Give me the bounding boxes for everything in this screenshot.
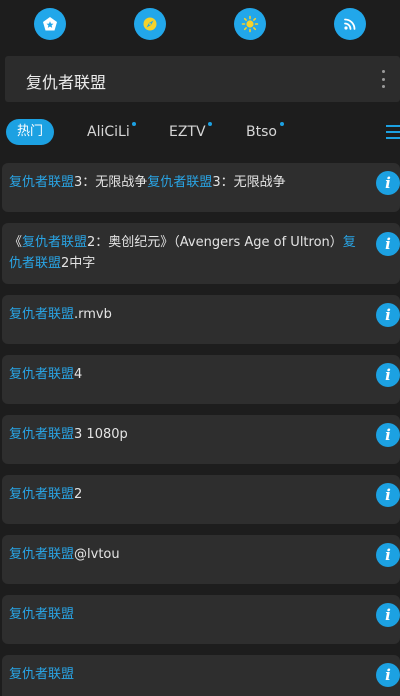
info-icon[interactable]: i xyxy=(376,483,400,507)
info-icon[interactable]: i xyxy=(376,663,400,687)
title-text: 3：无限战争 xyxy=(212,175,286,190)
top-toolbar xyxy=(0,0,400,48)
toolbar-button-explore[interactable] xyxy=(100,0,200,48)
result-item[interactable]: 复仇者联盟3：无限战争复仇者联盟3：无限战争 i xyxy=(2,163,400,212)
result-title: 复仇者联盟.rmvb xyxy=(9,304,359,325)
result-title: 复仇者联盟3：无限战争复仇者联盟3：无限战争 xyxy=(9,172,359,193)
title-text: @lvtou xyxy=(74,547,120,562)
keyword-highlight: 复仇者联盟 xyxy=(147,175,213,190)
keyword-highlight: 复仇者联盟 xyxy=(9,307,75,322)
toolbar-button-home[interactable] xyxy=(0,0,100,48)
tab-eztv-dot xyxy=(208,122,212,126)
keyword-highlight: 复仇者联盟 xyxy=(9,607,75,622)
info-icon[interactable]: i xyxy=(376,423,400,447)
info-icon[interactable]: i xyxy=(376,543,400,567)
tab-eztv[interactable]: EZTV xyxy=(169,116,206,148)
search-query[interactable]: 复仇者联盟 xyxy=(26,69,106,93)
result-item[interactable]: 复仇者联盟.rmvb i xyxy=(2,295,400,344)
search-bar[interactable]: 复仇者联盟 xyxy=(5,56,400,102)
title-text: 3：无限战争 xyxy=(74,175,148,190)
result-item[interactable]: 复仇者联盟 i xyxy=(2,655,400,696)
tab-hot[interactable]: 热门 xyxy=(6,119,55,145)
result-title: 复仇者联盟2 xyxy=(9,484,359,505)
title-text: 《 xyxy=(9,235,23,250)
result-item[interactable]: 复仇者联盟 i xyxy=(2,595,400,644)
title-text: 2：奥创纪元》（Avengers Age of Ultron） xyxy=(87,235,343,250)
overflow-menu-icon[interactable] xyxy=(380,70,386,88)
tab-alicili[interactable]: AliCiLi xyxy=(87,116,130,148)
result-item[interactable]: 复仇者联盟2 i xyxy=(2,475,400,524)
keyword-highlight: 复仇者联盟 xyxy=(9,367,75,382)
result-title: 复仇者联盟 xyxy=(9,604,359,625)
result-title: 复仇者联盟@lvtou xyxy=(9,544,359,565)
sun-icon xyxy=(234,8,266,40)
keyword-highlight: 复仇者联盟 xyxy=(9,547,75,562)
info-icon[interactable]: i xyxy=(376,363,400,387)
tab-alicili-dot xyxy=(132,122,136,126)
result-title: 复仇者联盟 xyxy=(9,664,359,685)
result-title: 复仇者联盟3 1080p xyxy=(9,424,359,445)
title-text: 2 xyxy=(74,487,83,502)
result-title: 《复仇者联盟2：奥创纪元》（Avengers Age of Ultron）复仇者… xyxy=(9,232,359,274)
pentagon-star-icon xyxy=(34,8,66,40)
title-text: .rmvb xyxy=(74,307,112,322)
result-item[interactable]: 复仇者联盟@lvtou i xyxy=(2,535,400,584)
source-tabs: 热门 AliCiLi EZTV Btso xyxy=(0,116,400,150)
info-icon[interactable]: i xyxy=(376,232,400,256)
title-text: 2中字 xyxy=(61,256,96,271)
result-title: 复仇者联盟4 xyxy=(9,364,359,385)
info-icon[interactable]: i xyxy=(376,603,400,627)
rss-icon xyxy=(334,8,366,40)
keyword-highlight: 复仇者联盟 xyxy=(9,487,75,502)
title-text: 3 1080p xyxy=(74,427,128,442)
result-item[interactable]: 复仇者联盟3 1080p i xyxy=(2,415,400,464)
keyword-highlight: 复仇者联盟 xyxy=(9,175,75,190)
keyword-highlight: 复仇者联盟 xyxy=(9,427,75,442)
compass-icon xyxy=(134,8,166,40)
title-text: 4 xyxy=(74,367,83,382)
info-icon[interactable]: i xyxy=(376,303,400,327)
toolbar-button-rss[interactable] xyxy=(300,0,400,48)
result-item[interactable]: 《复仇者联盟2：奥创纪元》（Avengers Age of Ultron）复仇者… xyxy=(2,223,400,284)
toolbar-button-theme[interactable] xyxy=(200,0,300,48)
tab-btso-dot xyxy=(280,122,284,126)
keyword-highlight: 复仇者联盟 xyxy=(9,667,75,682)
tab-btso[interactable]: Btso xyxy=(246,116,277,148)
info-icon[interactable]: i xyxy=(376,171,400,195)
result-item[interactable]: 复仇者联盟4 i xyxy=(2,355,400,404)
hamburger-menu-icon[interactable] xyxy=(386,125,400,139)
keyword-highlight: 复仇者联盟 xyxy=(22,235,88,250)
